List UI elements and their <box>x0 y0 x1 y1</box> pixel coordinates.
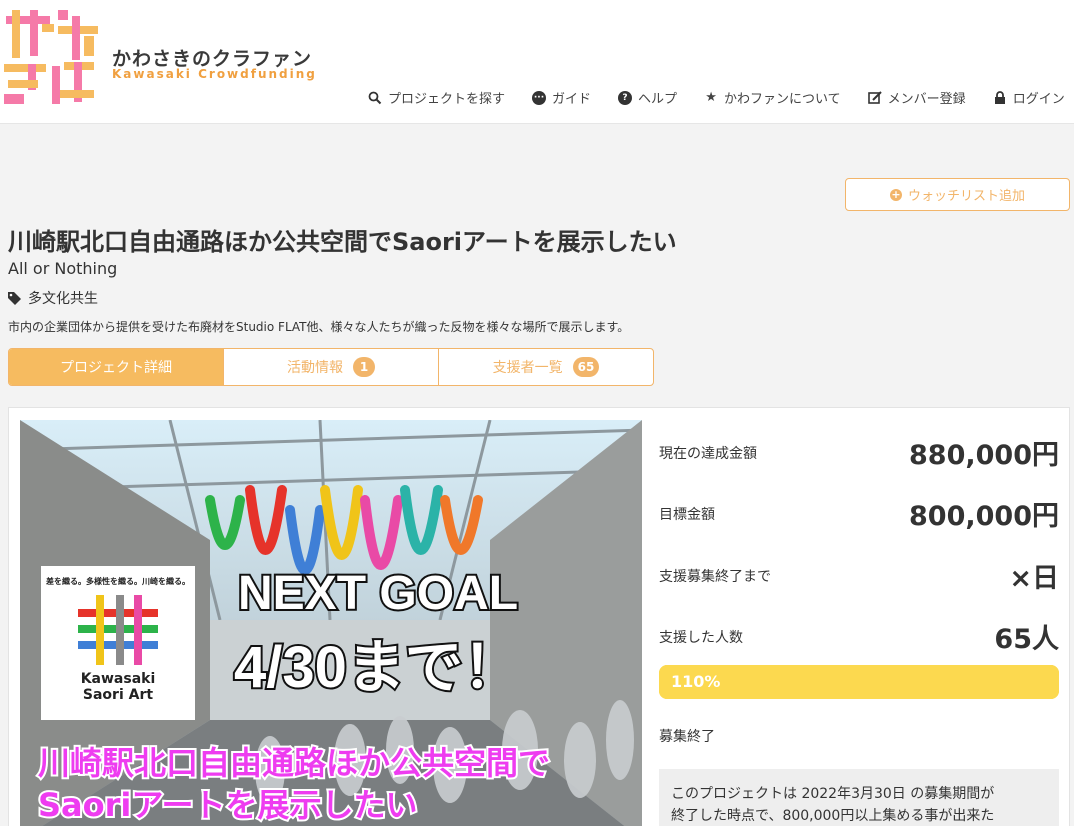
stat-label: 目標金額 <box>659 507 715 523</box>
count-badge: 65 <box>572 357 600 377</box>
nav-guide[interactable]: ··· ガイド <box>532 88 591 107</box>
lock-icon <box>994 90 1005 104</box>
nav-label: ヘルプ <box>638 92 678 107</box>
saori-art-logo-icon <box>78 595 158 665</box>
project-tag[interactable]: 多文化共生 <box>8 288 98 308</box>
stat-value: 800,000円 <box>909 501 1059 532</box>
stat-value: ×日 <box>1009 563 1059 594</box>
nav-register[interactable]: メンバー登録 <box>867 88 966 107</box>
project-tabs: プロジェクト詳細 活動情報 1 支援者一覧 65 <box>8 348 654 386</box>
search-icon <box>368 91 382 104</box>
question-icon: ? <box>618 90 633 105</box>
project-title: 川崎駅北口自由通路ほか公共空間でSaoriアートを展示したい <box>8 228 677 256</box>
nav-label: かわファンについて <box>724 92 841 107</box>
funding-progress-bar: 110% <box>659 665 1059 699</box>
star-icon: ★ <box>705 89 717 105</box>
nav-label: メンバー登録 <box>887 92 966 107</box>
watchlist-label: ウォッチリスト追加 <box>907 189 1025 204</box>
stat-current-amount: 現在の達成金額 880,000円 <box>659 433 1059 473</box>
next-goal-heading: NEXT GOAL <box>236 565 520 622</box>
tab-activity[interactable]: 活動情報 1 <box>224 349 439 385</box>
next-goal-date: 4/30まで！ <box>232 633 523 702</box>
stat-label: 支援募集終了まで <box>659 569 771 585</box>
project-hero-image[interactable]: 差を織る。多様性を織る。川崎を織る。 Kawasaki Saori Art NE… <box>20 420 642 826</box>
hero-caption-line2: Saoriアートを展示したい <box>36 784 419 826</box>
nav-label: ガイド <box>552 92 592 107</box>
nav-about[interactable]: ★ かわファンについて <box>704 88 841 107</box>
site-header: かわさきのクラファン Kawasaki Crowdfunding プロジェクトを… <box>0 0 1074 124</box>
stat-label: 現在の達成金額 <box>659 446 757 462</box>
note-line: このプロジェクトは 2022年3月30日 の募集期間が <box>671 786 995 802</box>
nav-label: プロジェクトを探す <box>388 92 506 107</box>
nav-label: ログイン <box>1012 92 1065 107</box>
tab-project-details[interactable]: プロジェクト詳細 <box>9 349 224 385</box>
edit-icon <box>867 90 882 104</box>
logo-subtitle: Kawasaki Crowdfunding <box>112 67 317 81</box>
nav-help[interactable]: ? ヘルプ <box>618 88 677 107</box>
status-label: 募集終了 <box>659 729 715 745</box>
plus-circle-icon: + <box>889 187 902 201</box>
nav-search-projects[interactable]: プロジェクトを探す <box>368 88 505 107</box>
saori-art-sign: 差を織る。多様性を織る。川崎を織る。 Kawasaki Saori Art <box>41 566 195 720</box>
main-nav: プロジェクトを探す ··· ガイド ? ヘルプ ★ かわファンについて メンバー… <box>368 88 1074 107</box>
progress-label: 110% <box>671 672 721 691</box>
tab-label: プロジェクト詳細 <box>60 360 172 376</box>
result-note: このプロジェクトは 2022年3月30日 の募集期間が 終了した時点で、800,… <box>659 769 1059 826</box>
count-badge: 1 <box>353 357 375 377</box>
stat-label: 支援した人数 <box>659 630 743 646</box>
nav-login[interactable]: ログイン <box>993 88 1065 107</box>
project-description: 市内の企業団体から提供を受けた布廃材をStudio FLAT他、様々な人たちが織… <box>8 320 630 334</box>
stat-value: 65人 <box>994 624 1059 655</box>
tab-label: 支援者一覧 <box>492 360 563 376</box>
tag-icon <box>8 291 21 305</box>
stat-value: 880,000円 <box>909 440 1059 471</box>
tab-label: 活動情報 <box>287 360 343 376</box>
stat-backers: 支援した人数 65人 <box>659 617 1059 657</box>
sign-tagline: 差を織る。多様性を織る。川崎を織る。 <box>46 577 190 586</box>
funding-type: All or Nothing <box>8 259 118 278</box>
chat-icon: ··· <box>532 90 547 105</box>
tag-label: 多文化共生 <box>28 291 98 307</box>
sign-name-line1: Kawasaki <box>80 671 156 687</box>
stat-goal-amount: 目標金額 800,000円 <box>659 494 1059 534</box>
stat-remaining-days: 支援募集終了まで ×日 <box>659 556 1059 596</box>
add-watchlist-button[interactable]: + ウォッチリスト追加 <box>845 178 1070 211</box>
tab-supporters[interactable]: 支援者一覧 65 <box>439 349 653 385</box>
note-line: 終了した時点で、800,000円以上集める事が出来た <box>671 808 995 824</box>
project-panel: 差を織る。多様性を織る。川崎を織る。 Kawasaki Saori Art NE… <box>8 407 1070 826</box>
kawafan-logo-icon[interactable] <box>2 10 100 106</box>
sign-name-line2: Saori Art <box>82 687 154 703</box>
hero-caption-line1: 川崎駅北口自由通路ほか公共空間で <box>36 742 552 784</box>
